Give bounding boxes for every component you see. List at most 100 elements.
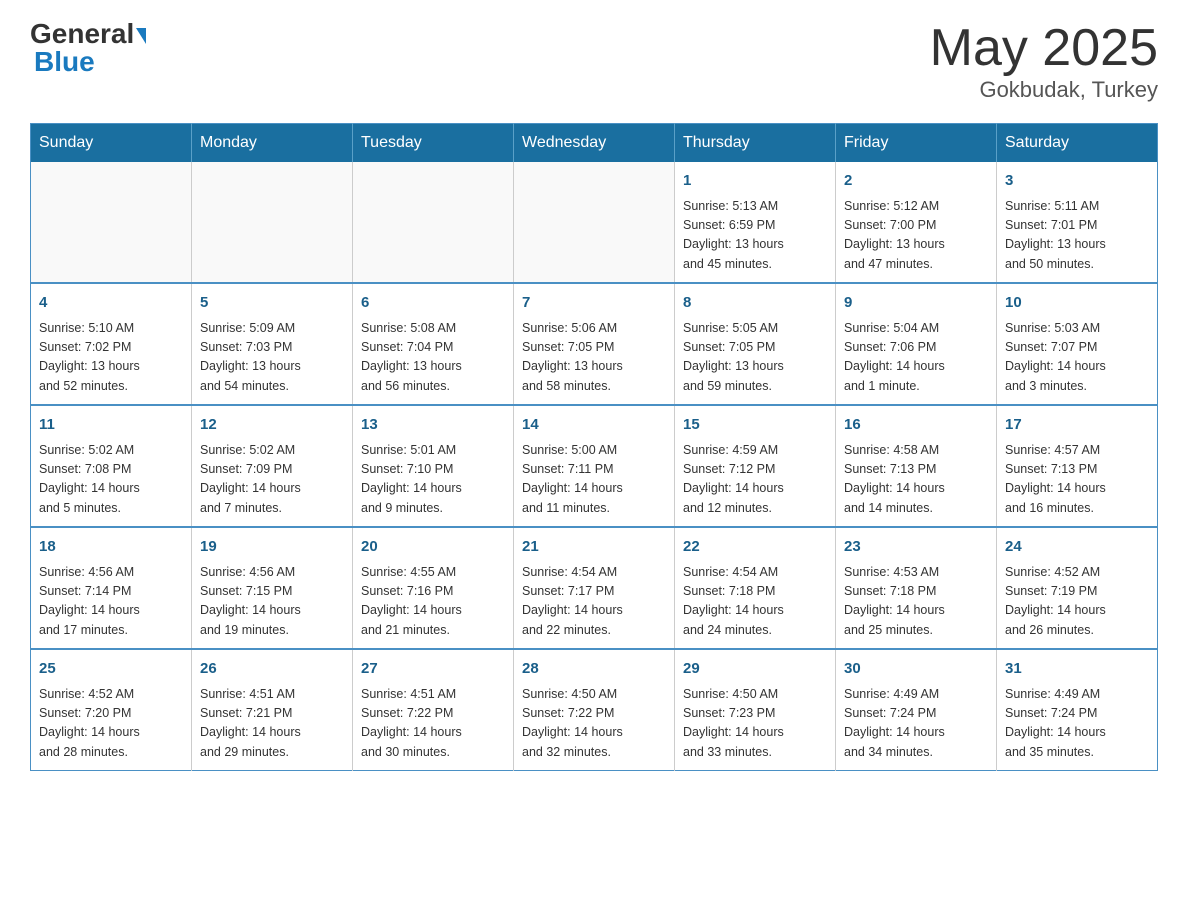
calendar-cell: 8Sunrise: 5:05 AM Sunset: 7:05 PM Daylig… — [675, 283, 836, 405]
calendar-week-4: 18 Sunrise: 4:56 AM Sunset: 7:14 PM Dayli… — [31, 527, 1158, 649]
day-info: Sunrise: 4:54 AM Sunset: 7:18 PM Dayligh… — [683, 563, 827, 641]
day-info: Sunrise: 5:13 AM Sunset: 6:59 PM Dayligh… — [683, 197, 827, 275]
calendar-week-5: 25 Sunrise: 4:52 AM Sunset: 7:20 PM Dayli… — [31, 649, 1158, 771]
calendar-cell: 18 Sunrise: 4:56 AM Sunset: 7:14 PM Dayli… — [31, 527, 192, 649]
calendar-cell: 23 Sunrise: 4:53 AM Sunset: 7:18 PM Dayli… — [836, 527, 997, 649]
weekday-header-wednesday: Wednesday — [514, 124, 675, 163]
calendar-cell: 30 Sunrise: 4:49 AM Sunset: 7:24 PM Dayli… — [836, 649, 997, 771]
calendar-week-3: 11Sunrise: 5:02 AM Sunset: 7:08 PM Dayli… — [31, 405, 1158, 527]
day-number: 30 — [844, 658, 988, 681]
calendar-cell: 26 Sunrise: 4:51 AM Sunset: 7:21 PM Dayli… — [192, 649, 353, 771]
day-number: 15 — [683, 414, 827, 437]
calendar-cell: 17 Sunrise: 4:57 AM Sunset: 7:13 PM Dayli… — [997, 405, 1158, 527]
calendar-cell: 2 Sunrise: 5:12 AM Sunset: 7:00 PM Daylig… — [836, 162, 997, 283]
calendar-cell — [192, 162, 353, 283]
day-info: Sunrise: 4:58 AM Sunset: 7:13 PM Dayligh… — [844, 441, 988, 519]
calendar-cell: 7 Sunrise: 5:06 AM Sunset: 7:05 PM Daylig… — [514, 283, 675, 405]
day-info: Sunrise: 5:12 AM Sunset: 7:00 PM Dayligh… — [844, 197, 988, 275]
weekday-header-saturday: Saturday — [997, 124, 1158, 163]
day-info: Sunrise: 4:57 AM Sunset: 7:13 PM Dayligh… — [1005, 441, 1149, 519]
day-number: 29 — [683, 658, 827, 681]
calendar-cell: 24 Sunrise: 4:52 AM Sunset: 7:19 PM Dayli… — [997, 527, 1158, 649]
calendar-cell — [353, 162, 514, 283]
logo: General Blue — [30, 20, 146, 76]
calendar-cell: 1 Sunrise: 5:13 AM Sunset: 6:59 PM Daylig… — [675, 162, 836, 283]
weekday-header-monday: Monday — [192, 124, 353, 163]
day-info: Sunrise: 5:04 AM Sunset: 7:06 PM Dayligh… — [844, 319, 988, 397]
calendar-title: May 2025 — [930, 20, 1158, 77]
calendar-table: SundayMondayTuesdayWednesdayThursdayFrid… — [30, 123, 1158, 771]
calendar-body: 1 Sunrise: 5:13 AM Sunset: 6:59 PM Daylig… — [31, 162, 1158, 771]
day-number: 24 — [1005, 536, 1149, 559]
day-number: 12 — [200, 414, 344, 437]
day-info: Sunrise: 4:49 AM Sunset: 7:24 PM Dayligh… — [844, 685, 988, 763]
calendar-cell: 12 Sunrise: 5:02 AM Sunset: 7:09 PM Dayli… — [192, 405, 353, 527]
calendar-header: SundayMondayTuesdayWednesdayThursdayFrid… — [31, 124, 1158, 163]
calendar-cell: 31 Sunrise: 4:49 AM Sunset: 7:24 PM Dayli… — [997, 649, 1158, 771]
day-number: 14 — [522, 414, 666, 437]
day-info: Sunrise: 5:09 AM Sunset: 7:03 PM Dayligh… — [200, 319, 344, 397]
calendar-cell: 25 Sunrise: 4:52 AM Sunset: 7:20 PM Dayli… — [31, 649, 192, 771]
day-number: 23 — [844, 536, 988, 559]
day-number: 8 — [683, 292, 827, 315]
day-number: 10 — [1005, 292, 1149, 315]
calendar-cell: 5 Sunrise: 5:09 AM Sunset: 7:03 PM Daylig… — [192, 283, 353, 405]
day-info: Sunrise: 4:55 AM Sunset: 7:16 PM Dayligh… — [361, 563, 505, 641]
logo-general-text: General — [30, 20, 146, 48]
day-info: Sunrise: 4:49 AM Sunset: 7:24 PM Dayligh… — [1005, 685, 1149, 763]
title-block: May 2025 Gokbudak, Turkey — [930, 20, 1158, 103]
calendar-cell: 27 Sunrise: 4:51 AM Sunset: 7:22 PM Dayli… — [353, 649, 514, 771]
weekday-header-tuesday: Tuesday — [353, 124, 514, 163]
day-number: 18 — [39, 536, 183, 559]
day-number: 31 — [1005, 658, 1149, 681]
calendar-cell: 19Sunrise: 4:56 AM Sunset: 7:15 PM Dayli… — [192, 527, 353, 649]
day-number: 2 — [844, 170, 988, 193]
logo-triangle-icon — [136, 28, 146, 44]
day-info: Sunrise: 4:51 AM Sunset: 7:21 PM Dayligh… — [200, 685, 344, 763]
day-number: 28 — [522, 658, 666, 681]
calendar-cell: 20 Sunrise: 4:55 AM Sunset: 7:16 PM Dayli… — [353, 527, 514, 649]
calendar-week-1: 1 Sunrise: 5:13 AM Sunset: 6:59 PM Daylig… — [31, 162, 1158, 283]
day-number: 13 — [361, 414, 505, 437]
day-info: Sunrise: 5:11 AM Sunset: 7:01 PM Dayligh… — [1005, 197, 1149, 275]
day-info: Sunrise: 5:01 AM Sunset: 7:10 PM Dayligh… — [361, 441, 505, 519]
day-number: 3 — [1005, 170, 1149, 193]
day-number: 9 — [844, 292, 988, 315]
day-info: Sunrise: 4:52 AM Sunset: 7:20 PM Dayligh… — [39, 685, 183, 763]
day-info: Sunrise: 5:10 AM Sunset: 7:02 PM Dayligh… — [39, 319, 183, 397]
weekday-header-sunday: Sunday — [31, 124, 192, 163]
day-info: Sunrise: 5:03 AM Sunset: 7:07 PM Dayligh… — [1005, 319, 1149, 397]
day-number: 5 — [200, 292, 344, 315]
day-number: 25 — [39, 658, 183, 681]
day-number: 26 — [200, 658, 344, 681]
day-number: 27 — [361, 658, 505, 681]
logo-blue-text: Blue — [34, 48, 95, 76]
day-info: Sunrise: 5:02 AM Sunset: 7:09 PM Dayligh… — [200, 441, 344, 519]
day-number: 11 — [39, 414, 183, 437]
calendar-cell: 14 Sunrise: 5:00 AM Sunset: 7:11 PM Dayli… — [514, 405, 675, 527]
day-info: Sunrise: 5:06 AM Sunset: 7:05 PM Dayligh… — [522, 319, 666, 397]
day-info: Sunrise: 4:53 AM Sunset: 7:18 PM Dayligh… — [844, 563, 988, 641]
day-number: 4 — [39, 292, 183, 315]
day-number: 22 — [683, 536, 827, 559]
day-number: 1 — [683, 170, 827, 193]
day-number: 6 — [361, 292, 505, 315]
day-number: 7 — [522, 292, 666, 315]
calendar-cell: 28 Sunrise: 4:50 AM Sunset: 7:22 PM Dayli… — [514, 649, 675, 771]
day-info: Sunrise: 5:08 AM Sunset: 7:04 PM Dayligh… — [361, 319, 505, 397]
day-info: Sunrise: 4:50 AM Sunset: 7:22 PM Dayligh… — [522, 685, 666, 763]
day-info: Sunrise: 4:50 AM Sunset: 7:23 PM Dayligh… — [683, 685, 827, 763]
calendar-cell: 13 Sunrise: 5:01 AM Sunset: 7:10 PM Dayli… — [353, 405, 514, 527]
day-number: 19 — [200, 536, 344, 559]
day-info: Sunrise: 4:59 AM Sunset: 7:12 PM Dayligh… — [683, 441, 827, 519]
day-number: 20 — [361, 536, 505, 559]
calendar-cell — [31, 162, 192, 283]
calendar-cell: 15 Sunrise: 4:59 AM Sunset: 7:12 PM Dayli… — [675, 405, 836, 527]
day-info: Sunrise: 4:56 AM Sunset: 7:14 PM Dayligh… — [39, 563, 183, 641]
calendar-week-2: 4 Sunrise: 5:10 AM Sunset: 7:02 PM Daylig… — [31, 283, 1158, 405]
day-number: 17 — [1005, 414, 1149, 437]
day-info: Sunrise: 4:52 AM Sunset: 7:19 PM Dayligh… — [1005, 563, 1149, 641]
calendar-cell: 22 Sunrise: 4:54 AM Sunset: 7:18 PM Dayli… — [675, 527, 836, 649]
day-info: Sunrise: 4:51 AM Sunset: 7:22 PM Dayligh… — [361, 685, 505, 763]
day-info: Sunrise: 5:00 AM Sunset: 7:11 PM Dayligh… — [522, 441, 666, 519]
